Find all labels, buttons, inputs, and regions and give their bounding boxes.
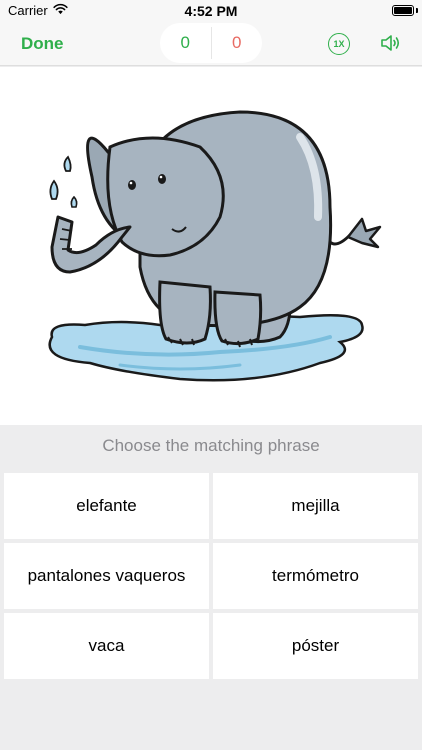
correct-score: 0 xyxy=(180,33,190,52)
done-button[interactable]: Done xyxy=(21,34,64,54)
battery-cap xyxy=(416,8,418,13)
playback-speed-button[interactable]: 1X xyxy=(328,33,350,55)
picture-area xyxy=(0,67,422,425)
wrong-score: 0 xyxy=(232,33,242,52)
status-bar: Carrier 4:52 PM xyxy=(0,0,422,22)
answer-option[interactable]: termómetro xyxy=(213,543,418,609)
speaker-icon[interactable] xyxy=(379,31,403,55)
nav-bar: Done 0 0 1X xyxy=(0,22,422,66)
answer-options: elefante mejilla pantalones vaqueros ter… xyxy=(4,473,418,679)
battery-icon xyxy=(392,5,414,16)
answer-option[interactable]: elefante xyxy=(4,473,209,539)
clock: 4:52 PM xyxy=(184,3,238,19)
answer-option[interactable]: vaca xyxy=(4,613,209,679)
elephant-illustration xyxy=(48,110,382,382)
quiz-prompt: Choose the matching phrase xyxy=(102,436,320,455)
answer-option[interactable]: pantalones vaqueros xyxy=(4,543,209,609)
answer-option[interactable]: póster xyxy=(213,613,418,679)
answer-option[interactable]: mejilla xyxy=(213,473,418,539)
score-box: 0 0 xyxy=(160,23,262,63)
